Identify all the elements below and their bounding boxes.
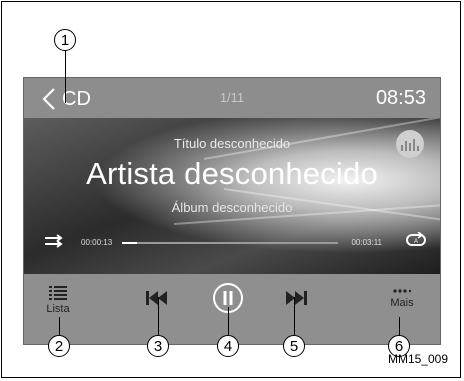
callout-leader (228, 307, 229, 335)
total-time: 00:03:11 (351, 238, 382, 247)
callout-leader (294, 297, 295, 335)
elapsed-time: 00:00:13 (81, 238, 113, 247)
album-name: Álbum desconhecido (171, 200, 293, 215)
callout-4: 4 (217, 335, 239, 357)
list-label: Lista (46, 303, 70, 315)
bottom-control-bar: Lista Mais (24, 274, 440, 344)
repeat-icon[interactable]: A (404, 232, 428, 248)
skip-next-icon (286, 291, 307, 305)
list-icon (49, 286, 67, 300)
previous-track-button[interactable] (146, 291, 168, 305)
callout-leader (399, 317, 400, 335)
callout-leader (65, 51, 66, 103)
artist-name: Artista desconhecido (86, 156, 378, 191)
progress-fill (122, 242, 138, 244)
callout-1: 1 (54, 29, 76, 51)
equalizer-button[interactable] (396, 130, 424, 158)
callout-3: 3 (147, 335, 169, 357)
track-title: Título desconhecido (173, 136, 291, 151)
more-label: Mais (390, 297, 414, 309)
callout-5: 5 (283, 335, 305, 357)
more-button[interactable]: Mais (384, 288, 420, 309)
figure-code: MM15_009 (387, 352, 448, 366)
skip-previous-icon (146, 291, 167, 305)
svg-text:A: A (414, 239, 418, 245)
list-button[interactable]: Lista (40, 286, 76, 315)
more-dots-icon (393, 289, 411, 293)
album-art-background: Título desconhecido Artista desconhecido… (24, 118, 440, 274)
figure-frame: CD 1/11 08:53 Título desconhecido Artist… (1, 1, 461, 378)
progress-bar[interactable] (122, 242, 338, 244)
callout-leader (59, 317, 60, 335)
shuffle-icon[interactable] (44, 233, 64, 249)
callout-leader (158, 297, 159, 335)
clock: 08:53 (375, 87, 426, 109)
callout-2: 2 (48, 335, 70, 357)
infotainment-screen: CD 1/11 08:53 Título desconhecido Artist… (23, 77, 441, 345)
top-bar: CD 1/11 08:53 (24, 78, 440, 118)
next-track-button[interactable] (285, 291, 307, 305)
